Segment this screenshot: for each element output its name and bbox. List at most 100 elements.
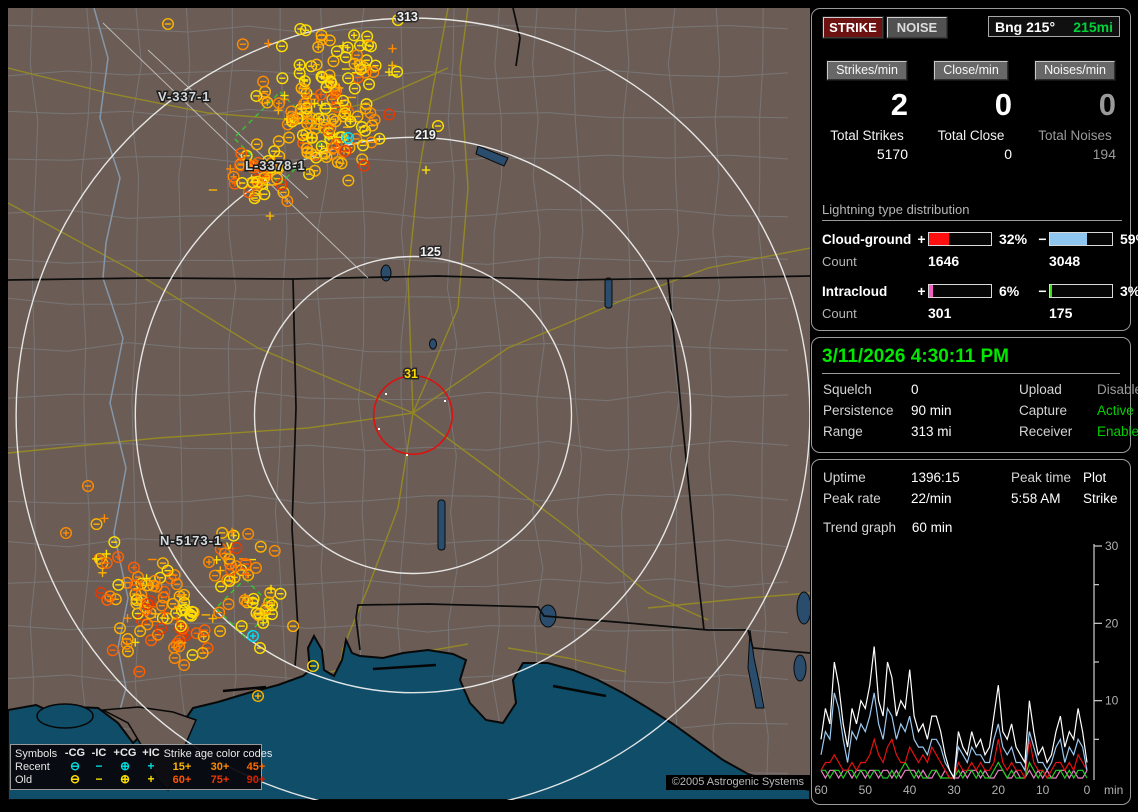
cg-plus-bar [928, 232, 992, 246]
count-label: Count [822, 253, 857, 269]
svg-text:30: 30 [1105, 540, 1119, 553]
upload-label: Upload [1019, 382, 1062, 397]
range-value: 215mi [1073, 18, 1113, 35]
intracloud-counts: Count 301 175 [822, 305, 1122, 321]
cg-minus-bar [1049, 232, 1113, 246]
receiver-label: Receiver [1019, 424, 1073, 439]
plus-sign: + [917, 231, 926, 247]
noise-mode-button[interactable]: NOISE [886, 16, 948, 39]
plus-sign: + [917, 283, 926, 299]
peak-rate-value: 22/min [911, 491, 952, 506]
noises-column: Noises/min 0 Total Noises 194 [1028, 60, 1122, 162]
copyright-label: ©2005 Astrogenic Systems [665, 775, 810, 790]
panel-session: Uptime 1396:15 Peak time Plot Peak rate … [811, 459, 1131, 805]
trend-graph-value: 60 min [911, 520, 953, 535]
cell-motion-marker: v [226, 538, 233, 552]
legend-row-label: Old [15, 773, 33, 786]
neg-cg-symbol-icon: ⊖ [69, 772, 81, 786]
session-grid: Uptime 1396:15 Peak time Plot Peak rate … [823, 470, 1123, 506]
legend-col-pos-ic: +IC [142, 747, 160, 759]
total-close-value: 0 [1004, 146, 1012, 162]
plot-mode-value: Strike [1083, 491, 1118, 506]
strikes-per-min-value: 2 [890, 87, 908, 122]
total-noises-value: 194 [1092, 146, 1116, 162]
trend-series-lightblue [820, 692, 1088, 780]
legend-col-neg-cg: -CG [64, 747, 86, 759]
map-canvas: 313 219 125 31 V-337-1 L-3378-1 N-5173-1 v [8, 8, 810, 800]
close-per-min-value: 0 [994, 87, 1012, 122]
pos-ic-symbol-icon: + [147, 759, 155, 773]
pos-cg-symbol-icon: ⊕ [119, 759, 131, 773]
total-close-label: Total Close [937, 128, 1005, 143]
strikes-column: Strikes/min 2 Total Strikes 5170 [820, 60, 914, 162]
legend-col-pos-cg: +CG [113, 747, 137, 759]
storm-cell-label: L-3378-1 [245, 158, 306, 173]
total-strikes-value: 5170 [876, 146, 908, 162]
capture-value: Active [1097, 403, 1134, 418]
strike-mode-button[interactable]: STRIKE [822, 16, 884, 39]
neg-cg-symbol-icon: ⊖ [69, 759, 81, 773]
persistence-value: 90 min [911, 403, 952, 418]
legend-symbols-header: Symbols [15, 747, 58, 760]
svg-text:20: 20 [1105, 616, 1119, 630]
squelch-label: Squelch [823, 382, 872, 397]
range-label: Range [823, 424, 863, 439]
total-noises-label: Total Noises [1038, 128, 1112, 143]
count-label: Count [822, 305, 857, 321]
lake-pontchartrain [36, 703, 94, 729]
range-value: 313 mi [911, 424, 952, 439]
storm-cell-label: V-337-1 [158, 89, 211, 104]
legend-col-neg-ic: -IC [91, 747, 107, 759]
persistence-label: Persistence [823, 403, 894, 418]
ic-plus-bar [928, 284, 992, 298]
storm-cell-label: N-5173-1 [160, 533, 222, 548]
pos-cg-symbol-icon: ⊕ [119, 772, 131, 786]
trend-chart: 10 20 30 60 50 40 30 20 10 0 min [814, 539, 1127, 803]
close-per-min-button[interactable]: Close/min [933, 60, 1009, 81]
ic-plus-pct: 6% [999, 283, 1020, 299]
datetime-display: 3/11/2026 4:30:11 PM [822, 346, 1120, 374]
ring-label-31: 31 [404, 367, 418, 381]
age-code-60: 60+ [172, 773, 192, 786]
strikes-per-min-button[interactable]: Strikes/min [826, 60, 908, 81]
trend-graph-row: Trend graph 60 min [823, 520, 952, 535]
panel-status: 3/11/2026 4:30:11 PM Squelch 0 Upload Di… [811, 337, 1138, 453]
intracloud-row: Intracloud + 6% − 3% [822, 283, 1138, 299]
distribution-title: Lightning type distribution [822, 202, 1122, 221]
noises-per-min-value: 0 [1098, 87, 1116, 122]
svg-text:20: 20 [992, 783, 1006, 797]
svg-text:min: min [1104, 783, 1123, 797]
bearing-value: Bng 215° [995, 18, 1056, 35]
svg-text:10: 10 [1036, 783, 1050, 797]
ring-label-219: 219 [415, 128, 436, 142]
rate-counters: Strikes/min 2 Total Strikes 5170 Close/m… [820, 60, 1122, 162]
neg-ic-symbol-icon: − [95, 772, 103, 786]
legend-row-old: Old ⊖ − ⊕ +60+ 75+ 90+ [15, 772, 265, 786]
age-code-30: 30+ [210, 760, 230, 773]
ic-plus-count: 301 [928, 305, 952, 321]
minus-sign: − [1038, 231, 1047, 247]
age-code-45: 45+ [246, 760, 266, 773]
svg-text:30: 30 [947, 783, 961, 797]
close-column: Close/min 0 Total Close 0 [924, 60, 1018, 162]
minus-sign: − [1038, 283, 1047, 299]
lightning-map[interactable]: 313 219 125 31 V-337-1 L-3378-1 N-5173-1 v Symb… [8, 8, 810, 800]
cg-plus-count: 1646 [928, 253, 960, 269]
legend-row-recent: Recent ⊖ − ⊕ +15+ 30+ 45+ [15, 759, 265, 773]
trend-graph-label: Trend graph [823, 520, 897, 535]
ic-minus-count: 175 [1049, 305, 1073, 321]
noises-per-min-button[interactable]: Noises/min [1034, 60, 1116, 81]
app-window: 313 219 125 31 V-337-1 L-3378-1 N-5173-1 v Symb… [0, 0, 1138, 812]
cg-plus-pct: 32% [999, 231, 1028, 247]
legend-row-label: Recent [15, 760, 50, 773]
cloud-ground-label: Cloud-ground [822, 231, 912, 247]
peak-time-value: 5:58 AM [1011, 491, 1061, 506]
upload-value: Disabled [1097, 382, 1138, 397]
svg-text:0: 0 [1084, 783, 1091, 797]
age-code-15: 15+ [172, 760, 192, 773]
uptime-value: 1396:15 [911, 470, 960, 485]
neg-ic-symbol-icon: − [95, 759, 103, 773]
trend-series-white [820, 646, 1088, 780]
svg-text:60: 60 [815, 783, 828, 797]
ring-label-125: 125 [420, 245, 441, 259]
